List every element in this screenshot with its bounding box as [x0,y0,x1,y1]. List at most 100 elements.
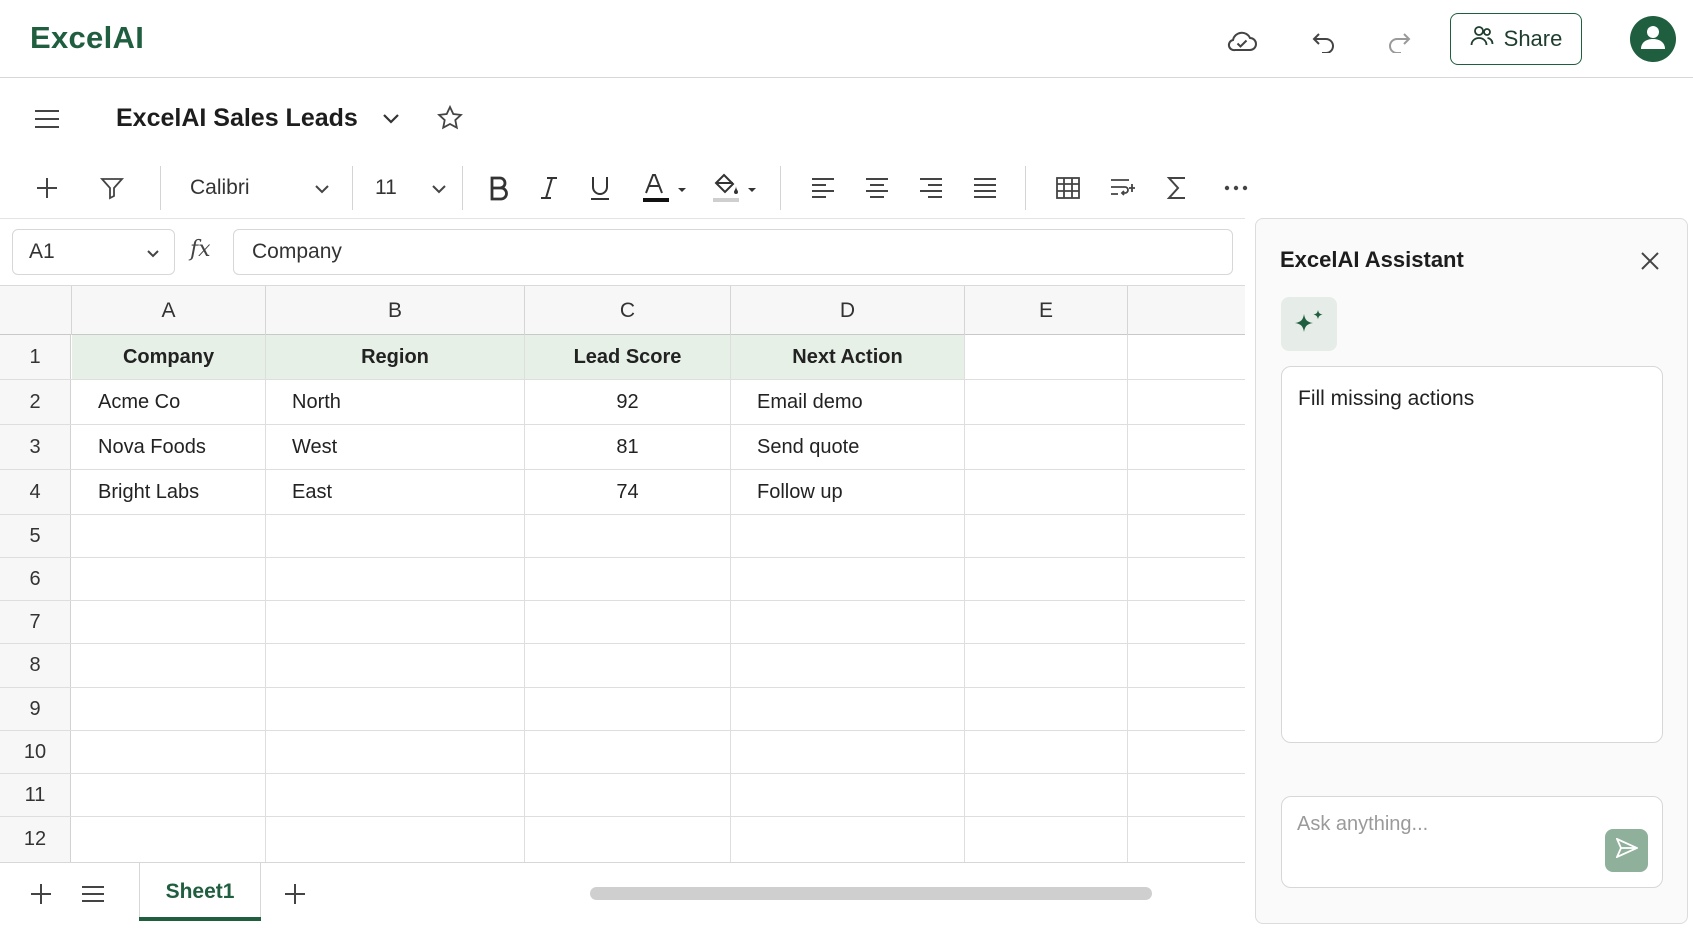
font-size-select[interactable]: 11 [375,168,447,208]
select-all-corner[interactable] [0,286,72,335]
empty-cell[interactable] [965,601,1128,643]
empty-cell[interactable] [731,817,965,862]
row-number[interactable]: 2 [0,380,71,424]
empty-cell[interactable] [965,688,1128,730]
company-cell[interactable]: Acme Co [72,380,266,424]
column-header-b[interactable]: B [266,286,525,335]
column-header-a[interactable]: A [72,286,266,335]
more-options-icon[interactable] [1219,168,1253,208]
sheet-list-icon[interactable] [76,877,110,911]
empty-cell[interactable] [965,644,1128,687]
company-cell[interactable]: Nova Foods [72,425,266,469]
column-header-d[interactable]: D [731,286,965,335]
empty-cell[interactable] [731,601,965,643]
empty-cell[interactable] [266,601,525,643]
empty-cell[interactable] [266,558,525,600]
empty-cell[interactable] [266,774,525,816]
empty-cell[interactable] [965,558,1128,600]
column-header-e[interactable]: E [965,286,1128,335]
header-cell[interactable]: Lead Score [525,335,731,379]
sheet-tab-sheet1[interactable]: Sheet1 [139,863,261,921]
underline-icon[interactable] [583,168,617,208]
wrap-text-icon[interactable] [1106,168,1140,208]
empty-cell[interactable] [72,817,266,862]
lead-score-cell[interactable]: 74 [525,470,731,514]
empty-cell[interactable] [266,688,525,730]
font-color-icon[interactable] [640,168,690,208]
empty-cell[interactable] [72,601,266,643]
lead-score-cell[interactable]: 81 [525,425,731,469]
region-cell[interactable]: East [266,470,525,514]
header-cell[interactable]: Region [266,335,525,379]
empty-cell[interactable] [266,644,525,687]
empty-cell[interactable] [731,688,965,730]
empty-cell[interactable] [1128,470,1245,514]
row-number[interactable]: 10 [0,731,71,773]
empty-cell[interactable] [266,817,525,862]
empty-cell[interactable] [965,335,1128,379]
empty-cell[interactable] [965,380,1128,424]
add-icon[interactable] [30,168,64,208]
region-cell[interactable]: North [266,380,525,424]
empty-cell[interactable] [525,731,731,773]
header-cell[interactable]: Company [72,335,266,379]
empty-cell[interactable] [965,731,1128,773]
add-sheet-icon[interactable] [24,877,58,911]
sum-icon[interactable] [1160,168,1194,208]
align-right-icon[interactable] [914,168,948,208]
column-header-c[interactable]: C [525,286,731,335]
document-title[interactable]: ExcelAI Sales Leads [116,104,358,133]
empty-cell[interactable] [525,644,731,687]
empty-cell[interactable] [525,817,731,862]
empty-cell[interactable] [731,731,965,773]
align-left-icon[interactable] [806,168,840,208]
empty-cell[interactable] [731,774,965,816]
cloud-sync-icon[interactable] [1225,24,1259,58]
row-number[interactable]: 3 [0,425,71,469]
assistant-input[interactable] [1297,809,1587,839]
empty-cell[interactable] [72,515,266,557]
empty-cell[interactable] [731,515,965,557]
align-center-icon[interactable] [860,168,894,208]
empty-cell[interactable] [965,515,1128,557]
empty-cell[interactable] [525,774,731,816]
empty-cell[interactable] [965,470,1128,514]
row-number[interactable]: 7 [0,601,71,643]
name-box[interactable]: A1 [12,229,175,275]
filter-icon[interactable] [95,168,129,208]
row-number[interactable]: 9 [0,688,71,730]
header-cell[interactable]: Next Action [731,335,965,379]
row-number[interactable]: 5 [0,515,71,557]
empty-cell[interactable] [266,515,525,557]
row-number[interactable]: 4 [0,470,71,514]
column-header-f[interactable] [1128,286,1245,335]
next-action-cell[interactable]: Send quote [731,425,965,469]
share-button[interactable]: Share [1450,13,1582,65]
next-action-cell[interactable]: Email demo [731,380,965,424]
italic-icon[interactable] [532,168,566,208]
close-icon[interactable] [1634,245,1666,277]
font-family-select[interactable]: Calibri [190,168,330,208]
region-cell[interactable]: West [266,425,525,469]
lead-score-cell[interactable]: 92 [525,380,731,424]
redo-icon[interactable] [1382,24,1416,58]
empty-cell[interactable] [731,558,965,600]
empty-cell[interactable] [72,644,266,687]
row-number[interactable]: 6 [0,558,71,600]
bold-icon[interactable] [482,168,516,208]
next-action-cell[interactable]: Follow up [731,470,965,514]
empty-cell[interactable] [525,601,731,643]
empty-cell[interactable] [965,425,1128,469]
empty-cell[interactable] [1128,380,1245,424]
row-number[interactable]: 11 [0,774,71,816]
align-justify-icon[interactable] [968,168,1002,208]
empty-cell[interactable] [965,817,1128,862]
hamburger-menu-icon[interactable] [30,102,64,136]
undo-icon[interactable] [1307,24,1341,58]
company-cell[interactable]: Bright Labs [72,470,266,514]
empty-cell[interactable] [72,558,266,600]
empty-cell[interactable] [72,774,266,816]
row-number[interactable]: 1 [0,335,71,379]
empty-cell[interactable] [1128,425,1245,469]
function-icon[interactable]: fx [190,237,211,262]
